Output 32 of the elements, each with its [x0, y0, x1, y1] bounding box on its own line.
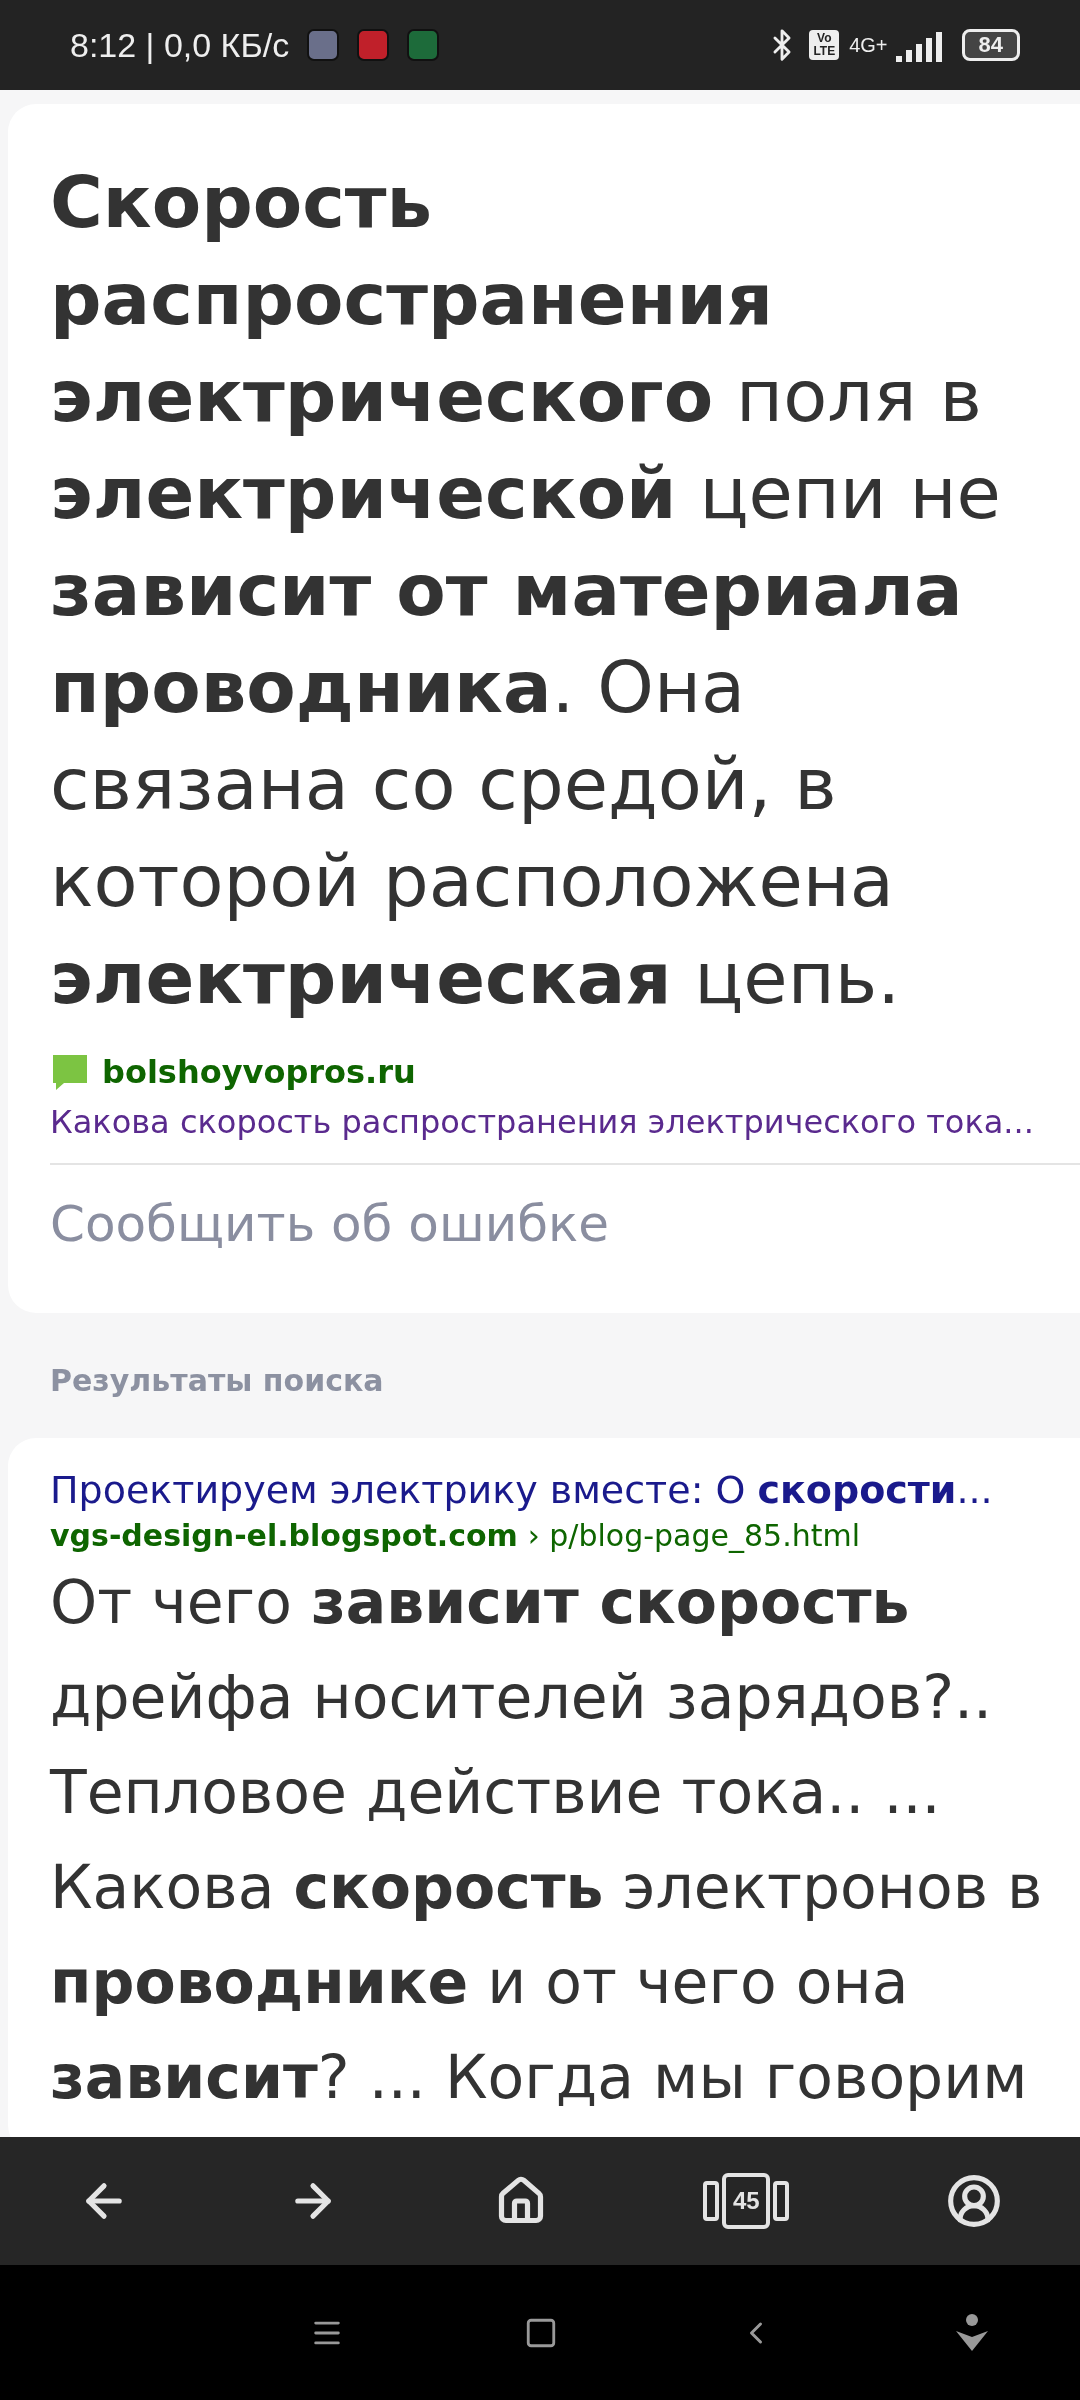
answer-text-line: проводника. Она — [50, 644, 747, 731]
snippet-text-line: От чего зависит скорость — [50, 1566, 911, 1639]
answer-text-line: зависит от материала — [50, 547, 964, 634]
app-notification-icon — [307, 29, 340, 61]
answer-text-line: электрическая цепь. — [50, 935, 902, 1022]
result-domain-link[interactable]: vgs-design-el.blogspot.com — [50, 1518, 518, 1553]
app-notification-icon — [357, 29, 390, 61]
snippet-text-line: Тепловое действие тока.. ... — [50, 1756, 942, 1829]
answer-text-line: Скорость — [50, 159, 434, 246]
source-site: bolshoyvopros.ru — [102, 1053, 416, 1091]
answer-text-line: связана со средой, в — [50, 741, 838, 828]
snippet-text-line: зависит? ... Когда мы говорим — [50, 2041, 1029, 2114]
snippet-text-line: проводнике и от чего она — [50, 1946, 910, 2019]
battery-indicator: 84 — [961, 29, 1020, 61]
status-time-speed: 8:12 | 0,0 КБ/с — [70, 25, 290, 65]
answer-text-line: которой расположена — [50, 838, 895, 925]
snippet-text-line: Какова скорость электронов в — [50, 1851, 1044, 1924]
assistant-icon — [954, 2312, 990, 2353]
network-type: 4G+ — [849, 33, 888, 57]
user-circle-icon — [945, 2173, 1002, 2229]
result-title-link[interactable]: Проектируем электрику вместе: О скорости... — [50, 1468, 1080, 1512]
answer-text-line: электрического поля в — [50, 353, 983, 440]
answer-text-line: электрической цепи не — [50, 450, 1002, 537]
snippet-text-line: дрейфа носителей зарядов?.. — [50, 1661, 994, 1734]
section-title: Результаты поиска — [49, 1362, 385, 1400]
tabs-button[interactable]: 45 — [695, 2165, 798, 2237]
site-favicon-icon — [50, 1053, 90, 1091]
answer-text-line: распространения — [50, 256, 775, 343]
app-notification-icon — [407, 29, 440, 61]
source-link[interactable]: Какова скорость распространения электрического тока... — [50, 1103, 1080, 1141]
result-path: › p/blog-page_85.html — [527, 1518, 861, 1553]
volte-badge: Vo LTE — [809, 30, 840, 60]
